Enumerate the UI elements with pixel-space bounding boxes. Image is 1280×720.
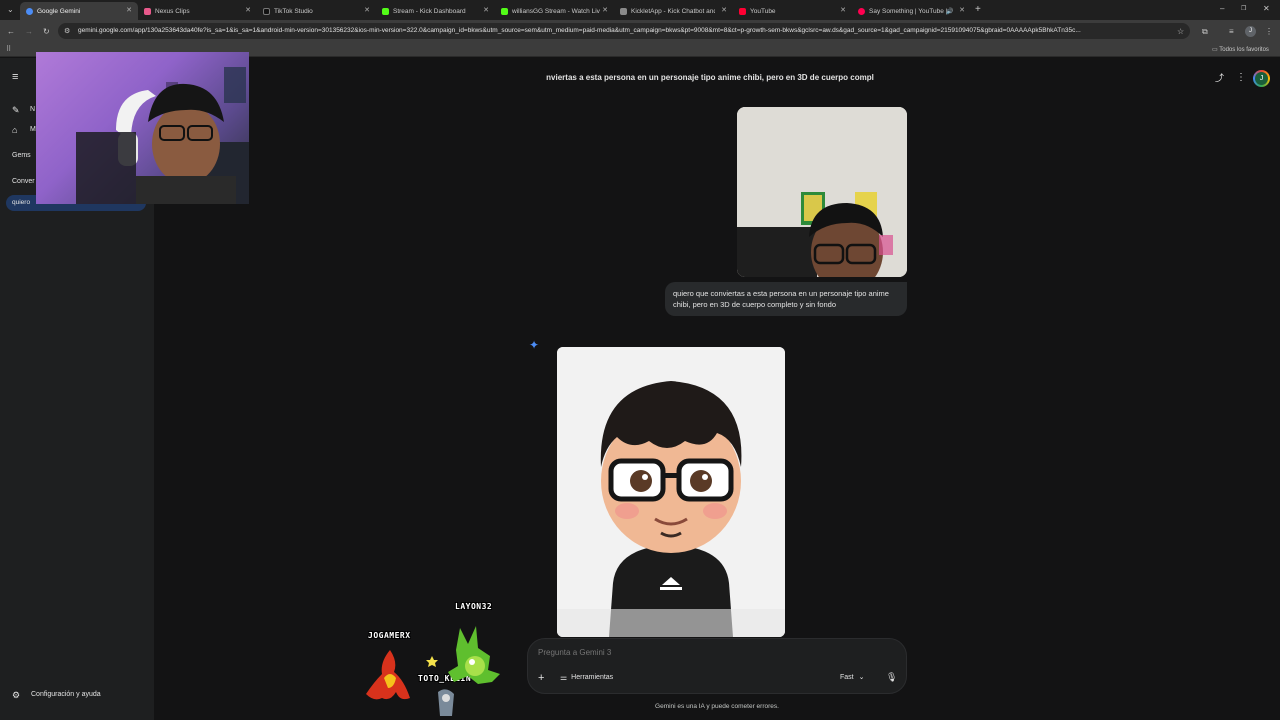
settings-gear-icon[interactable]: ⚙: [12, 690, 20, 700]
stream-viewer-name: LAYON32: [455, 602, 493, 611]
settings-and-help-link[interactable]: Configuración y ayuda: [31, 691, 101, 698]
close-icon[interactable]: ✕: [721, 6, 727, 14]
extensions-icon[interactable]: ⧉: [1202, 27, 1208, 37]
folder-icon: ▭: [1212, 47, 1218, 53]
new-chat-icon[interactable]: ✎: [12, 105, 20, 115]
url-text[interactable]: gemini.google.com/app/130a253643da40fe?i…: [78, 27, 1173, 34]
bookmarks-label: Todos los favoritos: [1219, 47, 1269, 53]
microphone-icon[interactable]: 🎙: [886, 672, 897, 683]
sidebar-item-my-stuff[interactable]: M: [30, 126, 36, 133]
media-control-icon[interactable]: ≡: [1229, 27, 1234, 37]
back-icon[interactable]: ←: [7, 27, 15, 37]
tab-google-gemini[interactable]: Google Gemini ✕: [20, 2, 138, 20]
recent-chat-label: quiero: [12, 199, 31, 206]
chevron-down-icon: ⌄: [858, 674, 865, 681]
tab-title: Google Gemini: [37, 7, 81, 15]
webcam-overlay: [36, 52, 249, 204]
apps-grid-icon[interactable]: ⠿: [6, 45, 11, 55]
tab-title: williansGG Stream - Watch Live: [512, 7, 600, 15]
close-icon[interactable]: ✕: [840, 6, 846, 14]
tab-title: KickletApp - Kick Chatbot and: [631, 7, 715, 15]
browser-tab-bar: ⌄ Google Gemini ✕ Nexus Clips ✕ TikTok S…: [0, 0, 1280, 20]
tab-nexus-clips[interactable]: Nexus Clips ✕: [138, 2, 257, 20]
tab-kicklet[interactable]: KickletApp - Kick Chatbot and ✕: [614, 2, 733, 20]
add-attachment-icon[interactable]: +: [538, 672, 544, 684]
tab-title: Stream - Kick Dashboard: [393, 7, 466, 15]
tab-kick-dashboard[interactable]: Stream - Kick Dashboard ✕: [376, 2, 495, 20]
close-icon[interactable]: ✕: [126, 6, 132, 14]
forward-icon[interactable]: →: [25, 27, 33, 37]
minimize-icon[interactable]: –: [1220, 4, 1224, 14]
gemini-favicon-icon: [26, 7, 33, 15]
model-mode-selector[interactable]: Fast ⌄: [840, 673, 865, 682]
gemini-sparkle-icon: ✦: [529, 338, 540, 352]
window-close-icon[interactable]: ✕: [1263, 4, 1270, 14]
user-uploaded-photo[interactable]: [737, 107, 907, 277]
tab-title: TikTok Studio: [274, 7, 313, 15]
chibi-avatar-image: [557, 347, 785, 637]
tab-youtube[interactable]: YouTube ✕: [733, 2, 852, 20]
prompt-input[interactable]: [538, 648, 798, 657]
more-options-icon[interactable]: ⋮: [1236, 73, 1246, 83]
sidebar-gems-heading[interactable]: Gems: [12, 152, 31, 159]
close-icon[interactable]: ✕: [602, 6, 608, 14]
tools-sliders-icon: ⚌: [560, 673, 568, 682]
close-icon[interactable]: ✕: [364, 6, 370, 14]
tab-title: YouTube: [750, 7, 776, 15]
streamer-webcam-image: [76, 67, 249, 204]
tools-label: Herramientas: [571, 674, 614, 681]
prompt-composer: [527, 638, 907, 694]
new-tab-icon[interactable]: +: [975, 5, 981, 15]
site-info-icon[interactable]: ⚙: [64, 27, 70, 37]
sidebar-conversations-heading: Conver: [12, 178, 35, 185]
user-photo-image: [737, 107, 907, 277]
tab-search-icon[interactable]: ⌄: [7, 5, 14, 15]
ai-disclaimer: Gemini es una IA y puede cometer errores…: [655, 703, 779, 710]
restore-icon[interactable]: ❐: [1241, 4, 1246, 14]
account-avatar-initial: J: [1255, 72, 1268, 85]
mode-label: Fast: [840, 673, 854, 681]
account-avatar[interactable]: J: [1253, 70, 1270, 87]
close-icon[interactable]: ✕: [245, 6, 251, 14]
all-bookmarks-link[interactable]: ▭ Todos los favoritos: [1212, 46, 1269, 53]
reload-icon[interactable]: ↻: [43, 27, 50, 37]
tab-williansgg-stream[interactable]: williansGG Stream - Watch Live ✕: [495, 2, 614, 20]
generated-image[interactable]: [557, 347, 785, 637]
audio-icon[interactable]: 🔊: [946, 7, 953, 17]
bookmark-star-icon[interactable]: ☆: [1177, 27, 1184, 37]
kick-favicon-icon: [501, 7, 508, 15]
browser-profile-avatar[interactable]: J: [1245, 26, 1256, 37]
tab-title: Nexus Clips: [155, 7, 190, 15]
my-stuff-icon[interactable]: ⌂: [12, 125, 17, 135]
menu-hamburger-icon[interactable]: ≡: [12, 72, 18, 83]
user-message-bubble: quiero que conviertas a esta persona en …: [665, 282, 907, 316]
close-icon[interactable]: ✕: [959, 6, 965, 14]
tab-title: Say Something | YouTube |...: [869, 7, 947, 15]
kick-favicon-icon: [382, 7, 389, 15]
share-icon[interactable]: ⤴: [1215, 73, 1224, 83]
youtube-favicon-icon: [739, 7, 746, 15]
conversation-title: nviertas a esta persona en un personaje …: [546, 73, 874, 82]
tools-button[interactable]: ⚌ Herramientas: [560, 673, 613, 682]
tiktok-favicon-icon: [858, 7, 865, 15]
sidebar-item-new-chat[interactable]: N: [30, 106, 35, 113]
stream-pixel-characters: [366, 626, 500, 716]
close-icon[interactable]: ✕: [483, 6, 489, 14]
tiktok-favicon-icon: [263, 7, 270, 15]
tab-say-something[interactable]: Say Something | YouTube |... 🔊 ✕: [852, 2, 971, 20]
tab-tiktok-studio[interactable]: TikTok Studio ✕: [257, 2, 376, 20]
browser-menu-icon[interactable]: ⋮: [1265, 27, 1273, 37]
kicklet-favicon-icon: [620, 7, 627, 15]
nexus-favicon-icon: [144, 7, 151, 15]
